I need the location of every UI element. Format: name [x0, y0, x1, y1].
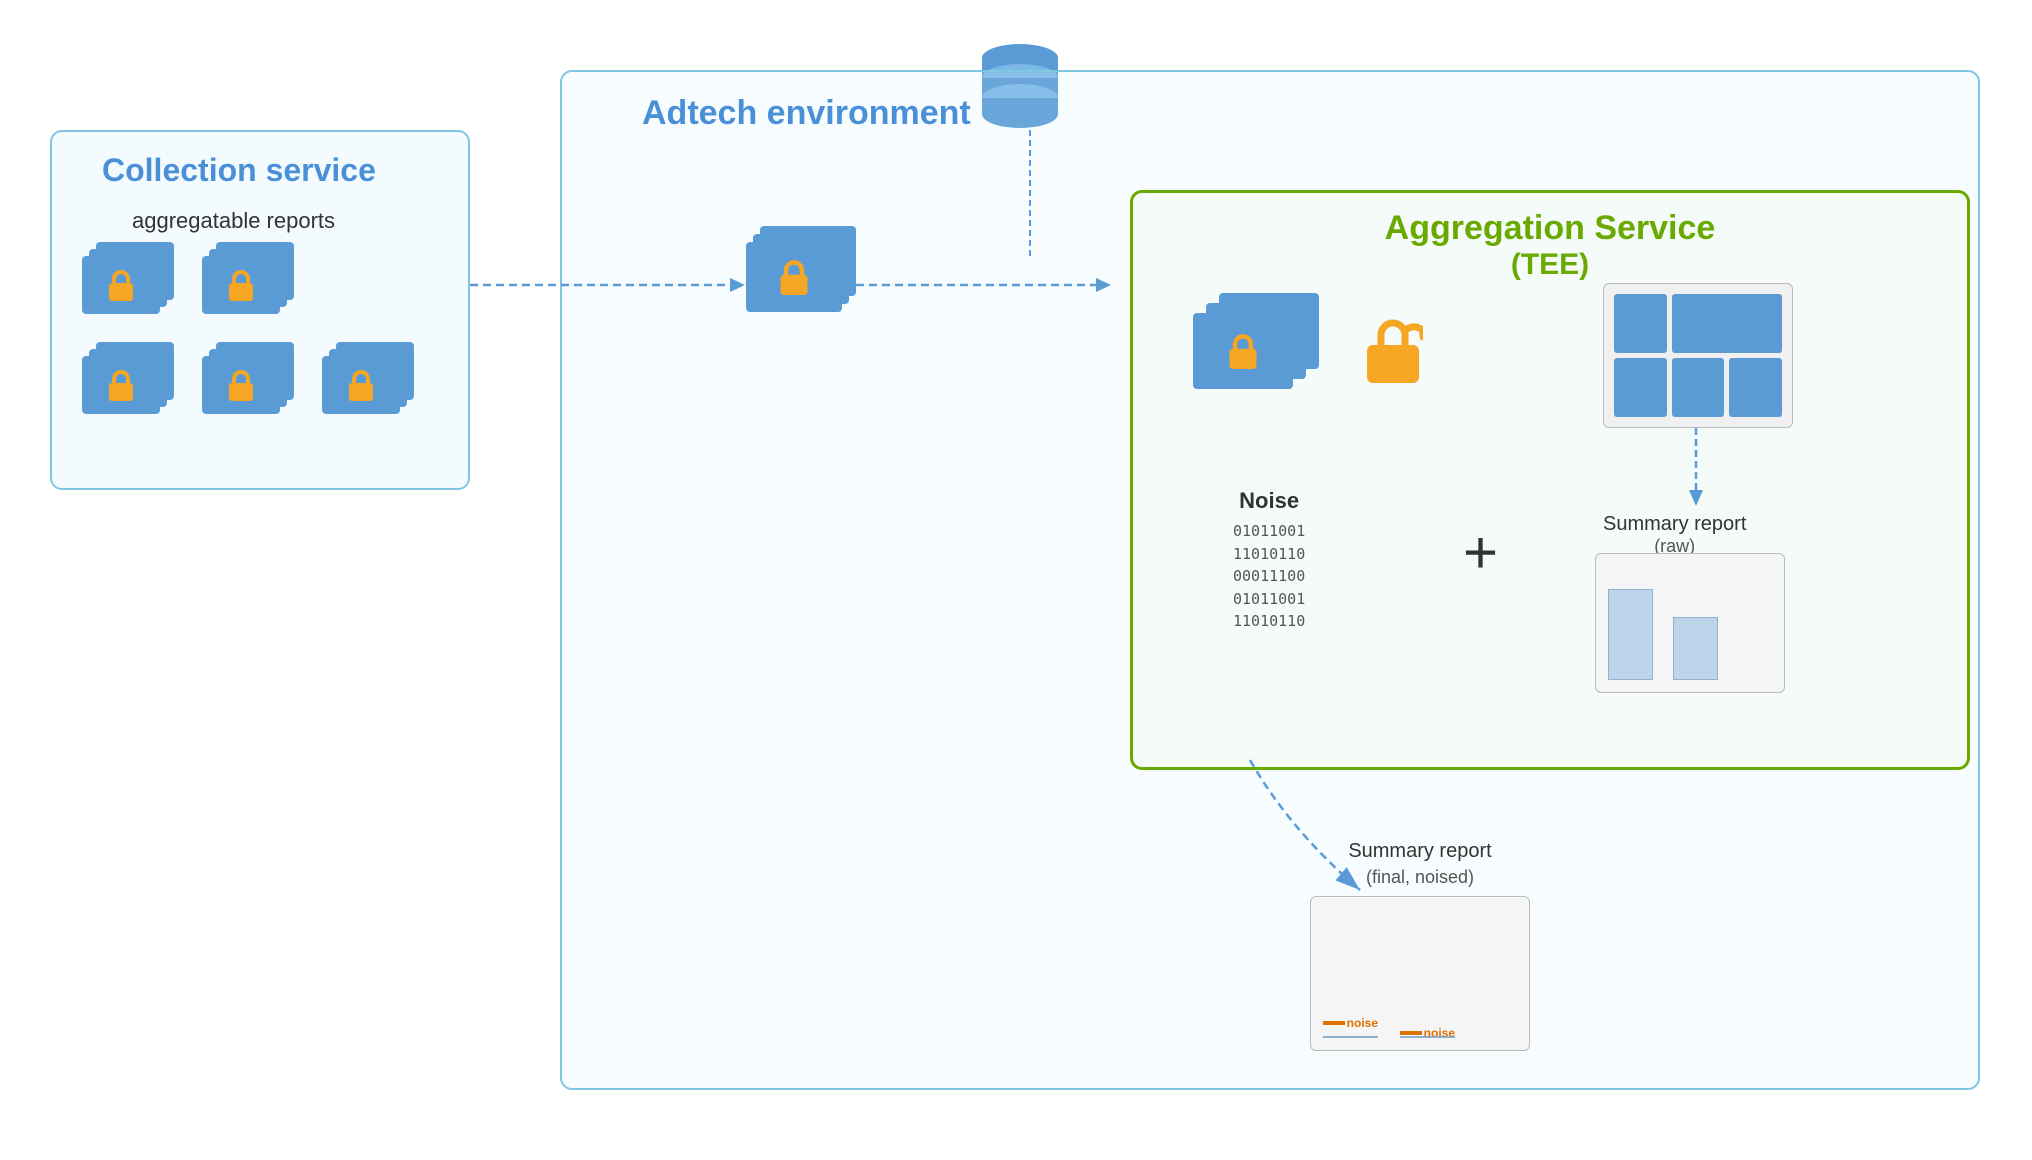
- report-doc-2: [202, 242, 297, 314]
- collection-service-label: Collection service: [102, 152, 376, 189]
- diagram-container: Adtech environment Collection service ag…: [30, 30, 2010, 1130]
- open-lock-icon: [1363, 313, 1423, 388]
- arrow-collection-to-bundle: [470, 270, 750, 300]
- report-doc-3: [82, 342, 177, 414]
- adtech-env-label: Adtech environment: [642, 94, 971, 133]
- summary-report-raw-card: [1603, 283, 1793, 428]
- noise-section: Noise 01011001 11010110 00011100 0101100…: [1233, 488, 1305, 633]
- vert-arrow-to-raw: [1681, 428, 1711, 508]
- arrow-bundle-to-tee: [856, 270, 1116, 300]
- aggregation-service-label: Aggregation Service (TEE): [1133, 193, 1967, 282]
- report-doc-4: [202, 342, 297, 414]
- tee-input-bundle: [1193, 293, 1323, 393]
- aggregatable-reports-label: aggregatable reports: [132, 208, 335, 234]
- final-bar-chart: noise noise: [1310, 896, 1530, 1051]
- summary-report-raw-label: Summary report (raw): [1603, 513, 1746, 557]
- report-doc-5: [322, 342, 417, 414]
- middle-bundle: [746, 226, 856, 314]
- diag-arrow-to-final: [1190, 750, 1430, 910]
- collection-service-box: Collection service aggregatable reports: [50, 130, 470, 490]
- plus-sign: +: [1463, 523, 1498, 583]
- vert-line-db: [1015, 130, 1045, 260]
- aggregation-service-box: Aggregation Service (TEE): [1130, 190, 1970, 770]
- report-doc-1: [82, 242, 177, 314]
- reports-grid: [82, 242, 432, 432]
- raw-bar-chart: [1595, 553, 1785, 693]
